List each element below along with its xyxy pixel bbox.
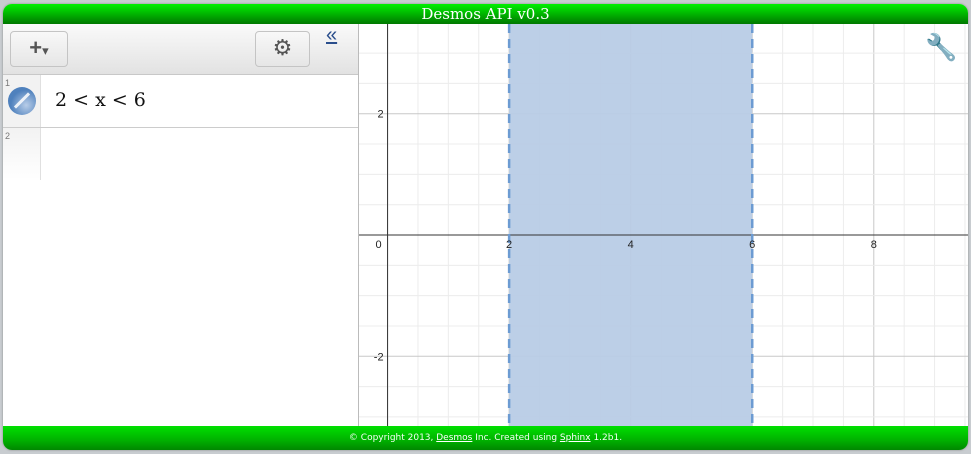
x-tick-label: 4 [628, 239, 634, 251]
expression-toolbar: +▾ ⚙ « [3, 24, 358, 75]
x-tick-label: 8 [871, 239, 877, 251]
add-expression-button[interactable]: +▾ [10, 31, 68, 67]
row-number: 2 [5, 131, 11, 141]
plus-icon: + [29, 35, 43, 60]
double-chevron-left-icon: « [326, 24, 338, 46]
gear-icon: ⚙ [272, 35, 293, 60]
chevron-down-icon: ▾ [42, 43, 49, 58]
footer: © Copyright 2013, Desmos Inc. Created us… [3, 426, 968, 450]
footer-version: 1.2b1. [590, 433, 623, 443]
expression-row[interactable]: 2 [3, 128, 358, 180]
x-tick-label: 6 [749, 239, 755, 251]
x-tick-label: 0 [376, 239, 382, 251]
graph-canvas[interactable]: 0 2 4 6 8 2 -2 [359, 24, 968, 426]
title-bar: Desmos API v0.3 [3, 4, 968, 24]
sphinx-link[interactable]: Sphinx [560, 433, 591, 443]
wrench-icon[interactable]: 🔧 [925, 32, 957, 63]
expression-panel: +▾ ⚙ « 1 2 < x < 6 2 [3, 24, 359, 426]
expression-input[interactable]: 2 < x < 6 [55, 89, 146, 111]
y-tick-label: 2 [377, 109, 383, 121]
expression-row[interactable]: 1 2 < x < 6 [3, 75, 358, 128]
y-tick-label: -2 [374, 351, 384, 363]
inequality-region [509, 24, 753, 426]
desmos-link[interactable]: Desmos [436, 433, 472, 443]
footer-copyright: © Copyright 2013, [348, 433, 437, 443]
app-window: Desmos API v0.3 +▾ ⚙ « 1 2 < x < 6 2 0 2 4… [3, 4, 968, 450]
settings-button[interactable]: ⚙ [255, 31, 310, 67]
footer-text: Inc. Created using [472, 433, 560, 443]
graph-color-toggle-icon[interactable] [8, 87, 36, 115]
x-tick-label: 2 [506, 239, 512, 251]
collapse-panel-button[interactable]: « [326, 24, 337, 46]
row-number: 1 [5, 78, 11, 88]
